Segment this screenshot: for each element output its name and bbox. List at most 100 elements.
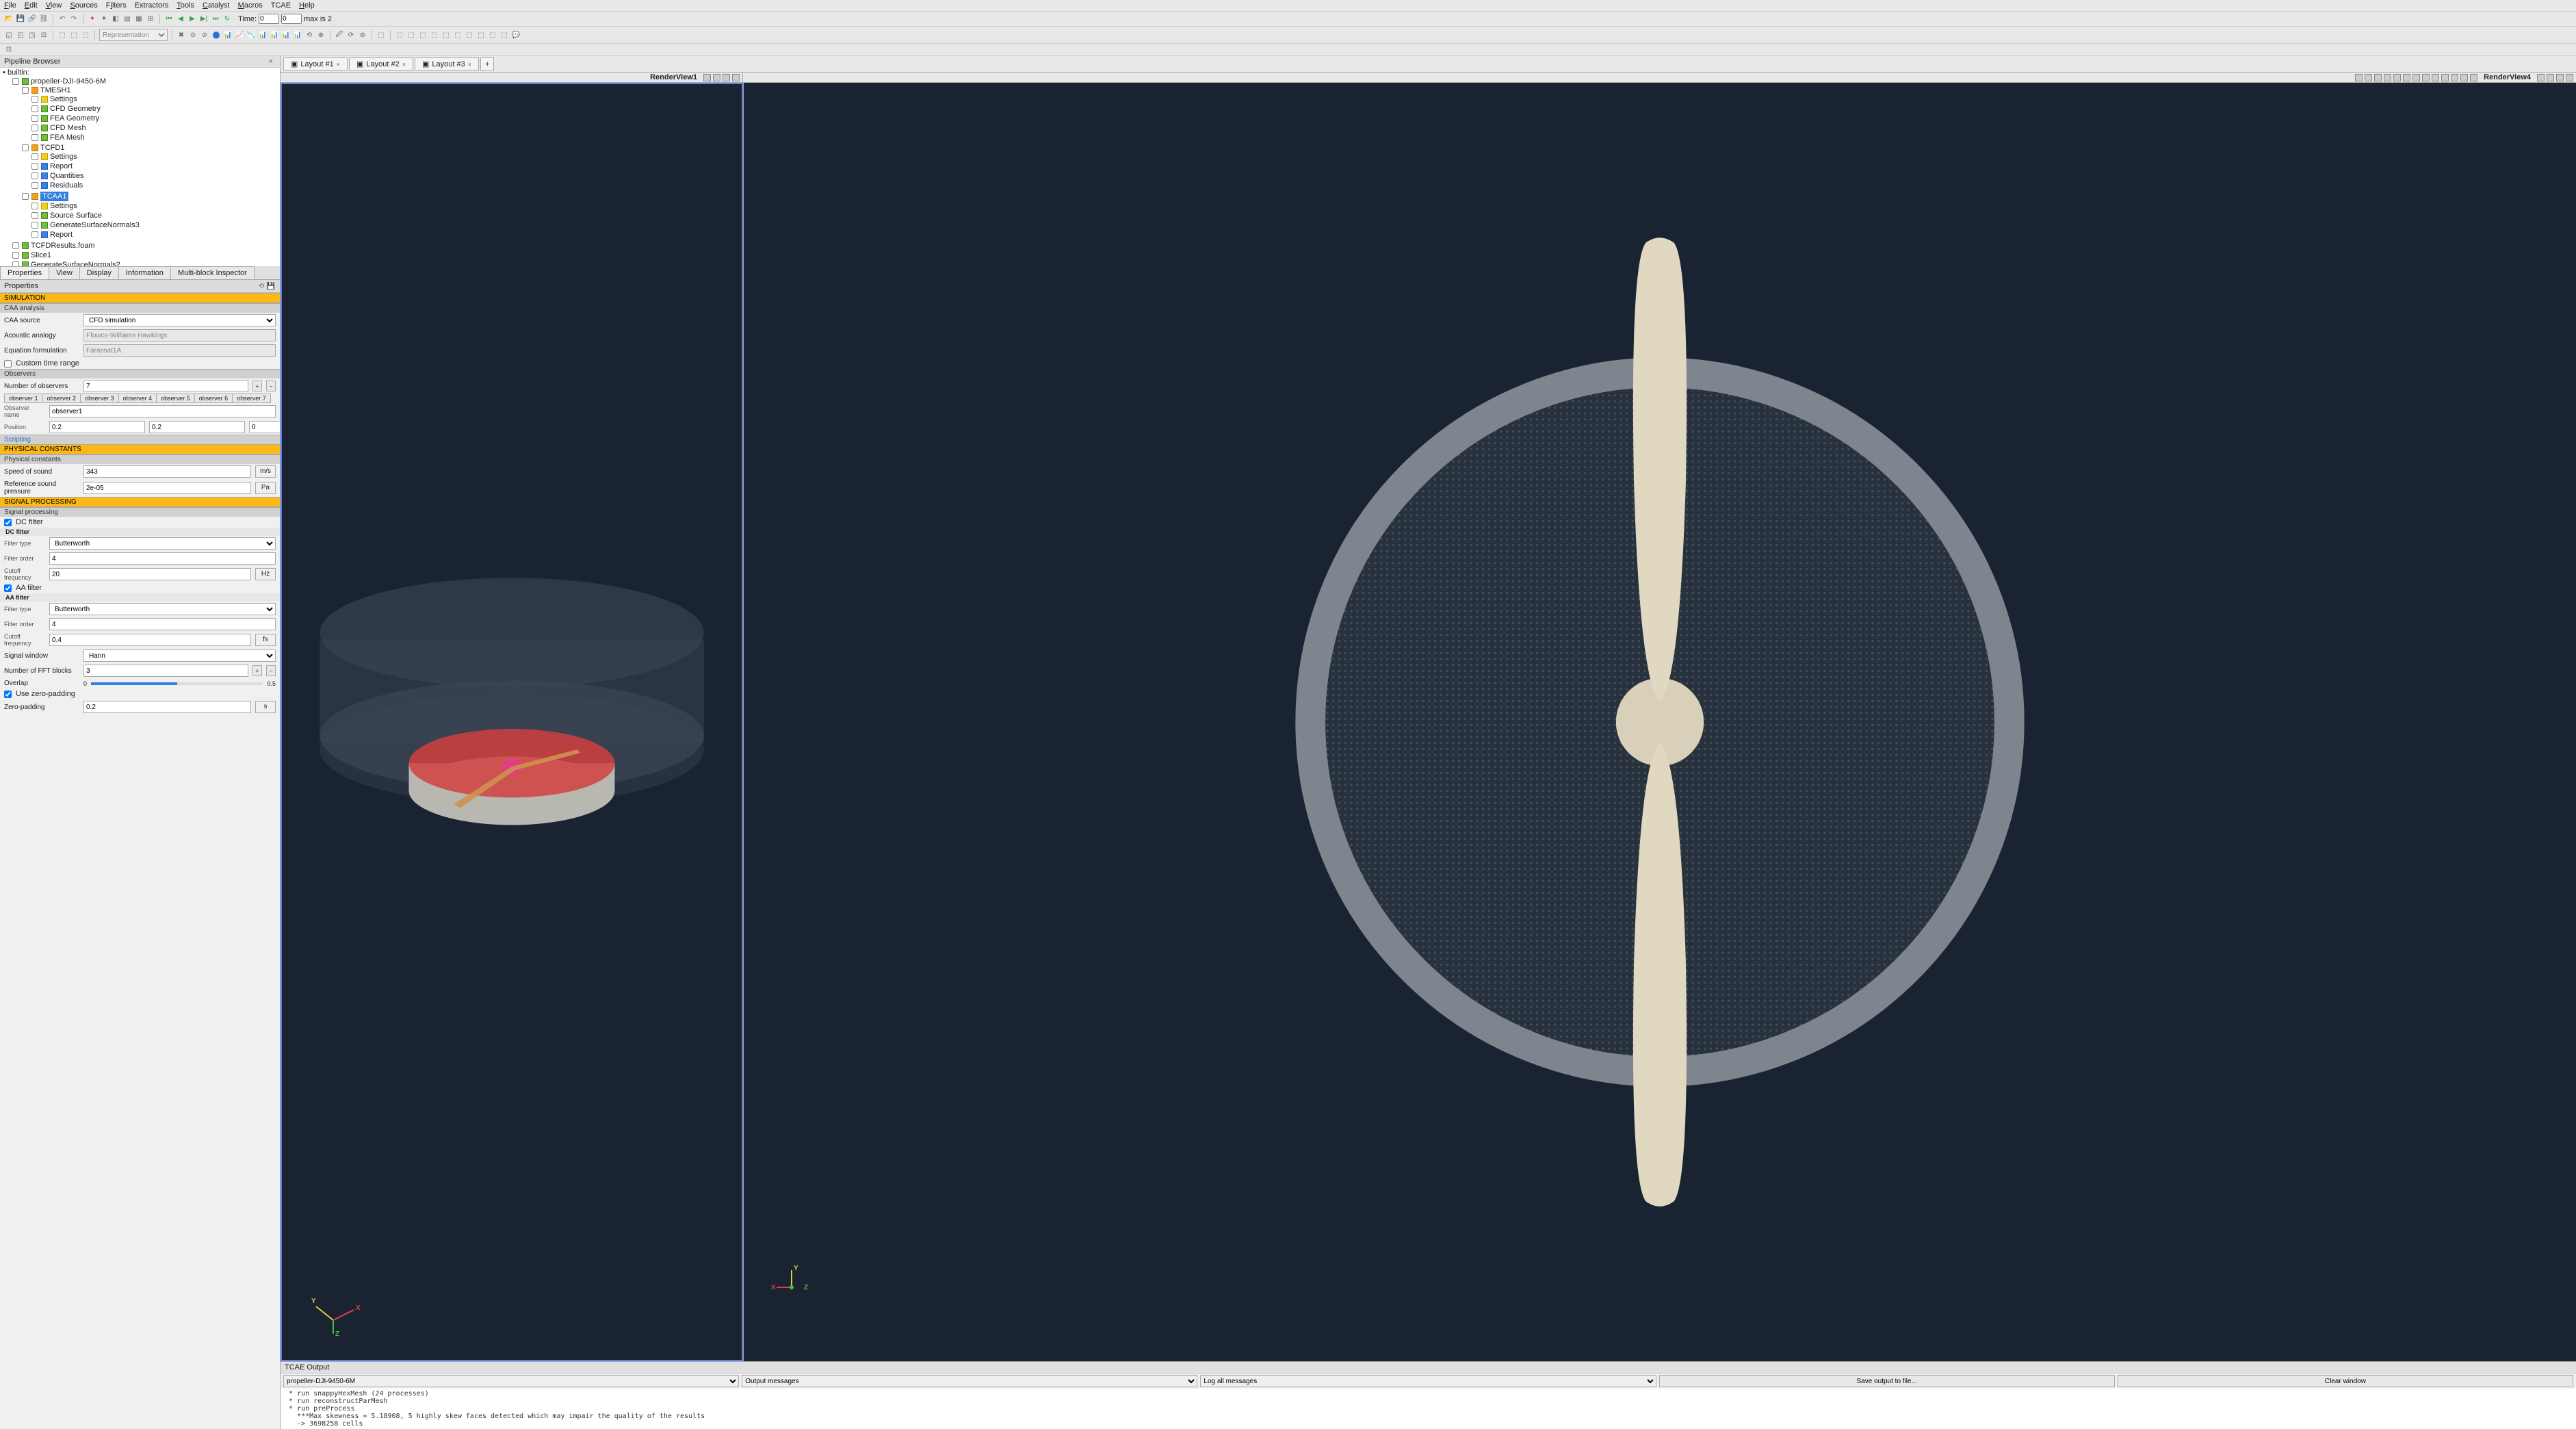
prev-frame-icon[interactable]: ◀ xyxy=(176,14,185,24)
time-input[interactable] xyxy=(259,14,279,24)
tree-item[interactable]: Residuals xyxy=(31,181,280,190)
representation-select[interactable]: Representation xyxy=(99,29,168,41)
tool-icon[interactable]: ⬚ xyxy=(81,30,90,40)
tool-icon[interactable]: ✦ xyxy=(88,14,97,24)
visibility-toggle-icon[interactable] xyxy=(12,252,19,259)
view-icon[interactable] xyxy=(2441,74,2449,81)
next-frame-icon[interactable]: ▶| xyxy=(199,14,209,24)
output-filter1-select[interactable]: Output messages xyxy=(742,1375,1197,1387)
tool-icon[interactable]: ✦ xyxy=(99,14,109,24)
disconnect-icon[interactable]: ⛓ xyxy=(39,14,49,24)
caa-source-select[interactable]: CFD simulation xyxy=(83,314,276,326)
dc-cutoff-input[interactable] xyxy=(49,568,251,580)
render-view-4[interactable]: X Y Z xyxy=(743,83,2576,1361)
visibility-toggle-icon[interactable] xyxy=(31,115,38,122)
section-physical-constants-sub[interactable]: Physical constants xyxy=(0,454,280,464)
tool-icon[interactable]: ⊘ xyxy=(200,30,209,40)
observer-tab[interactable]: observer 3 xyxy=(80,394,119,403)
tool-icon[interactable]: ⊚ xyxy=(358,30,367,40)
save-icon[interactable]: 💾 xyxy=(16,14,25,24)
tool-icon[interactable]: ▤ xyxy=(122,14,132,24)
fft-minus-button[interactable]: − xyxy=(266,665,276,676)
menu-edit[interactable]: Edit xyxy=(25,1,38,10)
num-observers-input[interactable] xyxy=(83,380,248,392)
tab-information[interactable]: Information xyxy=(118,266,171,279)
section-physical-constants[interactable]: PHYSICAL CONSTANTS xyxy=(0,444,280,454)
tool-icon[interactable]: 📈 xyxy=(235,30,244,40)
tool-icon[interactable]: ⬚ xyxy=(453,30,463,40)
loop-icon[interactable]: ↻ xyxy=(222,14,232,24)
visibility-toggle-icon[interactable] xyxy=(31,96,38,103)
view-icon[interactable] xyxy=(2384,74,2391,81)
tool-icon[interactable]: ⊕ xyxy=(316,30,326,40)
visibility-toggle-icon[interactable] xyxy=(12,78,19,85)
dc-filter-order-input[interactable] xyxy=(49,552,276,565)
dc-filter-type-select[interactable]: Butterworth xyxy=(49,537,276,550)
dc-filter-checkbox[interactable] xyxy=(4,519,12,526)
section-simulation[interactable]: SIMULATION xyxy=(0,293,280,303)
menu-macros[interactable]: Macros xyxy=(238,1,263,10)
tool-icon[interactable]: ⬚ xyxy=(418,30,428,40)
view-icon[interactable] xyxy=(2432,74,2439,81)
clear-window-button[interactable]: Clear window xyxy=(2118,1375,2573,1387)
tree-root[interactable]: ▪ builtin:propeller-DJI-9450-6MTMESH1Set… xyxy=(3,68,280,266)
tool-icon[interactable]: ⬚ xyxy=(465,30,474,40)
layout-tab-3[interactable]: ▣ Layout #3× xyxy=(415,57,479,70)
tree-item[interactable]: FEA Mesh xyxy=(31,133,280,142)
aa-filter-checkbox[interactable] xyxy=(4,584,12,592)
view-icon[interactable] xyxy=(2537,74,2545,81)
menu-file[interactable]: File xyxy=(4,1,16,10)
tool-icon[interactable]: ⬚ xyxy=(476,30,486,40)
tool-icon[interactable]: ⬚ xyxy=(57,30,67,40)
tree-item[interactable]: Settings xyxy=(31,201,280,211)
view-icon[interactable] xyxy=(2556,74,2564,81)
observer-tab[interactable]: observer 5 xyxy=(156,394,195,403)
view-icon[interactable] xyxy=(732,74,740,81)
tool-icon[interactable]: ⬚ xyxy=(69,30,79,40)
custom-time-range-checkbox[interactable] xyxy=(4,360,12,368)
tool-icon[interactable]: 📊 xyxy=(258,30,268,40)
view-icon[interactable] xyxy=(723,74,730,81)
view-icon[interactable] xyxy=(2422,74,2430,81)
tool-icon[interactable]: 📊 xyxy=(281,30,291,40)
aa-cutoff-input[interactable] xyxy=(49,634,251,646)
aa-cutoff-unit[interactable]: fs xyxy=(255,634,276,646)
view-icon[interactable] xyxy=(2566,74,2573,81)
tree-item[interactable]: Quantities xyxy=(31,171,280,181)
section-caa-analysis[interactable]: CAA analysis xyxy=(0,303,280,313)
pipeline-tree[interactable]: ▪ builtin:propeller-DJI-9450-6MTMESH1Set… xyxy=(0,68,280,266)
view-icon[interactable] xyxy=(2365,74,2372,81)
tool-icon[interactable]: ⬚ xyxy=(430,30,439,40)
tab-properties[interactable]: Properties xyxy=(0,266,49,279)
section-signal-processing-sub[interactable]: Signal processing xyxy=(0,507,280,517)
menu-sources[interactable]: Sources xyxy=(70,1,97,10)
tree-item[interactable]: CFD Geometry xyxy=(31,104,280,114)
visibility-toggle-icon[interactable] xyxy=(31,153,38,160)
remove-observer-button[interactable]: − xyxy=(266,381,276,391)
visibility-toggle-icon[interactable] xyxy=(31,231,38,238)
close-icon[interactable]: × xyxy=(266,57,276,66)
menu-filters[interactable]: Filters xyxy=(106,1,127,10)
tool-icon[interactable]: ◳ xyxy=(27,30,37,40)
tree-item[interactable]: Report xyxy=(31,230,280,240)
tab-multiblock[interactable]: Multi-block Inspector xyxy=(170,266,255,279)
visibility-toggle-icon[interactable] xyxy=(12,261,19,266)
tree-item[interactable]: Source Surface xyxy=(31,211,280,220)
tree-item[interactable]: propeller-DJI-9450-6MTMESH1SettingsCFD G… xyxy=(12,77,280,241)
visibility-toggle-icon[interactable] xyxy=(22,193,29,200)
overlap-slider[interactable] xyxy=(91,682,263,685)
visibility-toggle-icon[interactable] xyxy=(31,105,38,112)
signal-window-select[interactable]: Hann xyxy=(83,649,276,662)
view-icon[interactable] xyxy=(713,74,720,81)
tree-item[interactable]: Settings xyxy=(31,94,280,104)
tool-icon[interactable]: ⊡ xyxy=(4,45,14,55)
undo-icon[interactable]: ↶ xyxy=(57,14,67,24)
play-icon[interactable]: ▶ xyxy=(187,14,197,24)
view-icon[interactable] xyxy=(2393,74,2401,81)
visibility-toggle-icon[interactable] xyxy=(22,144,29,151)
last-frame-icon[interactable]: ⏭ xyxy=(211,14,220,24)
view-icon[interactable] xyxy=(703,74,711,81)
tab-display[interactable]: Display xyxy=(79,266,119,279)
tool-icon[interactable]: ⊙ xyxy=(188,30,198,40)
tool-icon[interactable]: ⟳ xyxy=(346,30,356,40)
